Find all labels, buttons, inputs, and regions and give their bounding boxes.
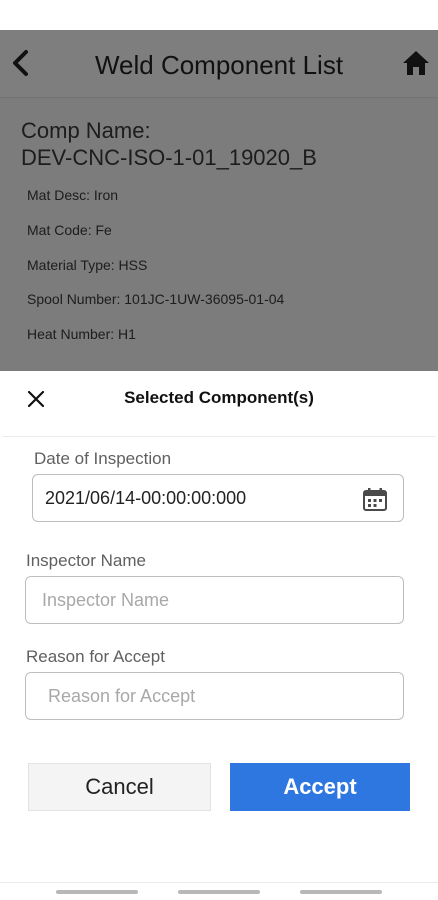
date-of-inspection-field[interactable]: 2021/06/14-00:00:00:000: [32, 474, 404, 522]
accept-button[interactable]: Accept: [230, 763, 410, 811]
cancel-button[interactable]: Cancel: [28, 763, 211, 811]
dialog-header: Selected Component(s): [2, 371, 436, 437]
calendar-icon: [363, 488, 387, 511]
inspector-name-label: Inspector Name: [26, 551, 146, 570]
calendar-button[interactable]: [361, 485, 389, 513]
reason-for-accept-input[interactable]: [25, 672, 404, 720]
date-of-inspection-value: 2021/06/14-00:00:00:000: [45, 488, 247, 508]
inspector-name-input[interactable]: [25, 576, 404, 624]
system-nav-bar: [0, 882, 438, 900]
status-bar: [0, 0, 438, 30]
dialog-title: Selected Component(s): [124, 388, 314, 407]
nav-home-button[interactable]: [178, 890, 260, 894]
nav-back-button[interactable]: [300, 890, 382, 894]
date-of-inspection-label: Date of Inspection: [34, 449, 172, 468]
reason-for-accept-label: Reason for Accept: [26, 647, 165, 666]
nav-recents-button[interactable]: [56, 890, 138, 894]
modal-overlay[interactable]: [0, 30, 438, 371]
accept-dialog: Selected Component(s) Date of Inspection…: [2, 371, 436, 882]
